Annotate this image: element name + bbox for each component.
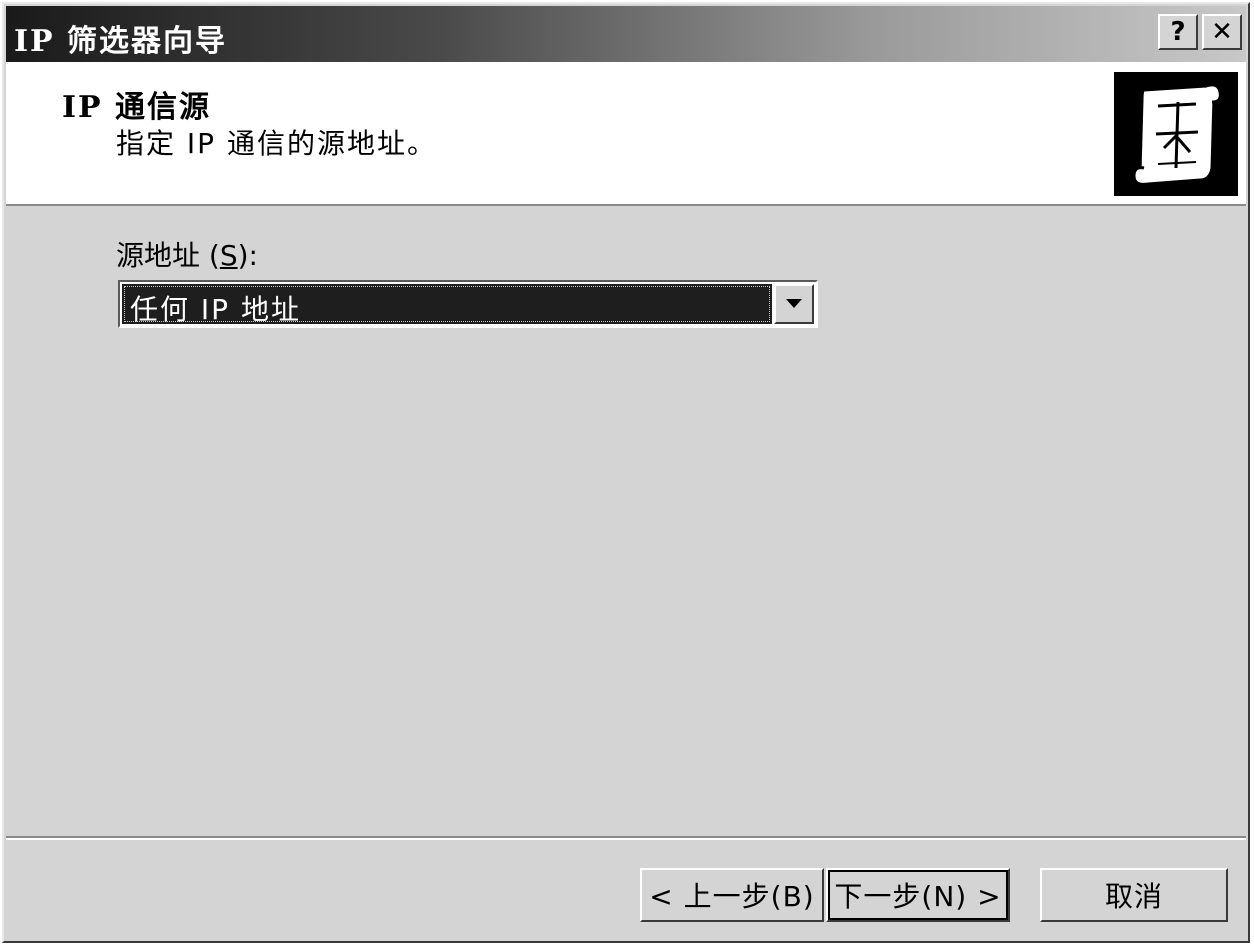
- cancel-button[interactable]: 取消: [1040, 868, 1228, 922]
- back-button[interactable]: < 上一步(B): [640, 868, 824, 922]
- back-button-label: < 上一步(B): [649, 880, 815, 913]
- source-label-accelerator: S: [219, 239, 238, 272]
- window-title: IP 筛选器向导: [14, 24, 228, 59]
- wizard-header: IP 通信源 指定 IP 通信的源地址。: [6, 62, 1246, 204]
- scroll-icon-graphic: [1114, 72, 1238, 196]
- source-label-prefix: 源地址 (: [116, 239, 220, 272]
- source-address-label: 源地址 (S):: [116, 234, 258, 274]
- page-title: IP 通信源: [62, 90, 212, 125]
- dropdown-selected-value: 任何 IP 地址: [130, 293, 301, 326]
- chevron-down-icon: [786, 299, 802, 308]
- close-icon: ✕: [1211, 17, 1233, 47]
- next-button-label: 下一步(N) >: [834, 880, 1002, 913]
- cancel-button-label: 取消: [1104, 880, 1163, 913]
- scroll-icon: [1114, 72, 1238, 196]
- footer-divider: [6, 836, 1246, 840]
- source-address-dropdown[interactable]: 任何 IP 地址: [118, 280, 818, 328]
- close-button[interactable]: ✕: [1202, 14, 1242, 50]
- dropdown-selection: 任何 IP 地址: [122, 284, 772, 326]
- wizard-window: IP 筛选器向导 ? ✕ IP 通信源 指定 IP 通信的源地址。 源地址 (S…: [2, 2, 1250, 943]
- help-button[interactable]: ?: [1158, 14, 1198, 50]
- dropdown-arrow-button[interactable]: [774, 284, 814, 324]
- title-bar: IP 筛选器向导 ? ✕: [6, 6, 1246, 62]
- next-button[interactable]: 下一步(N) >: [826, 868, 1010, 922]
- page-subtitle: 指定 IP 通信的源地址。: [116, 127, 437, 160]
- source-label-suffix: ):: [237, 239, 258, 272]
- help-icon: ?: [1170, 17, 1186, 47]
